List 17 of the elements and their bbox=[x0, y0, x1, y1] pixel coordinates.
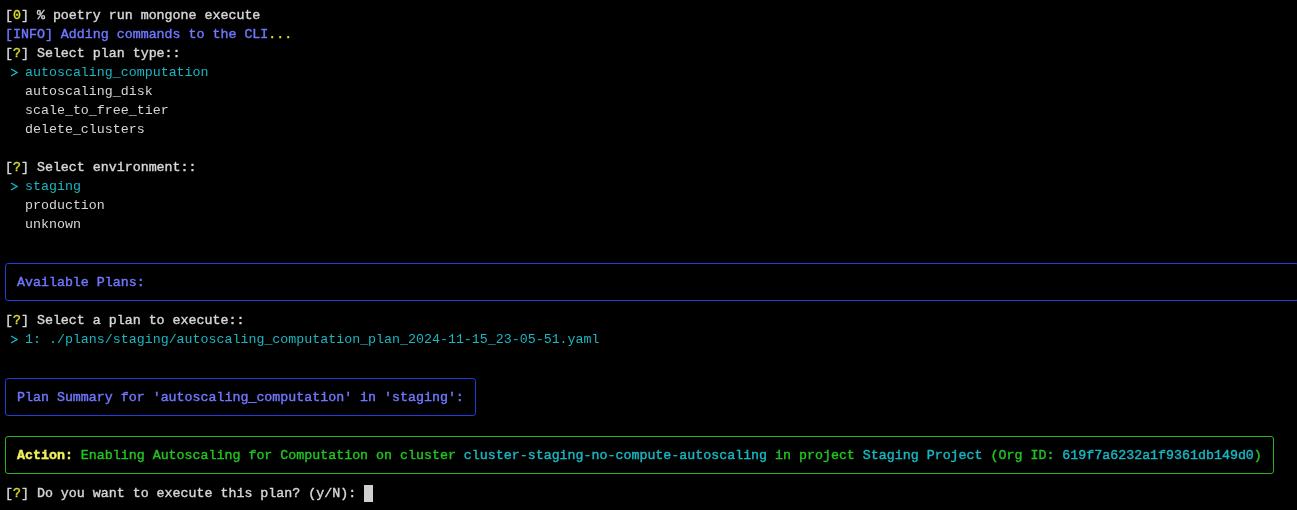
prompt-question: [?] Select environment:: bbox=[5, 159, 197, 177]
option-item[interactable]: scale_to_free_tier bbox=[25, 101, 169, 120]
option-item[interactable]: autoscaling_computation bbox=[25, 63, 209, 82]
option-item[interactable]: staging bbox=[25, 177, 81, 196]
option-item[interactable]: delete_clusters bbox=[25, 120, 145, 139]
info-message: [INFO] Adding commands to the CLI... bbox=[5, 26, 293, 44]
option-item[interactable]: 1: ./plans/staging/autoscaling_computation_plan_2024-11-15_23-05-51.yaml bbox=[25, 330, 600, 349]
prompt-question: [?] Do you want to execute this plan? (y/N): bbox=[5, 485, 358, 503]
prompt-question: [?] Select plan type:: bbox=[5, 45, 181, 63]
section-header: Plan Summary for 'autoscaling_computation' in 'staging': bbox=[5, 378, 476, 416]
option-item[interactable]: production bbox=[25, 196, 105, 215]
prompt-question: [?] Select a plan to execute:: bbox=[5, 312, 245, 330]
command-line: [0] % poetry run mongone execute bbox=[5, 7, 261, 25]
option-item[interactable]: unknown bbox=[25, 215, 81, 234]
option-item[interactable]: autoscaling_disk bbox=[25, 82, 153, 101]
action-panel: Action: Enabling Autoscaling for Computation on cluster cluster-staging-no-compute-autoscaling in project Staging Project (Org ID: 619f7a6232a1f9361db149d0) bbox=[5, 436, 1274, 474]
section-header: Available Plans: bbox=[5, 263, 1297, 301]
